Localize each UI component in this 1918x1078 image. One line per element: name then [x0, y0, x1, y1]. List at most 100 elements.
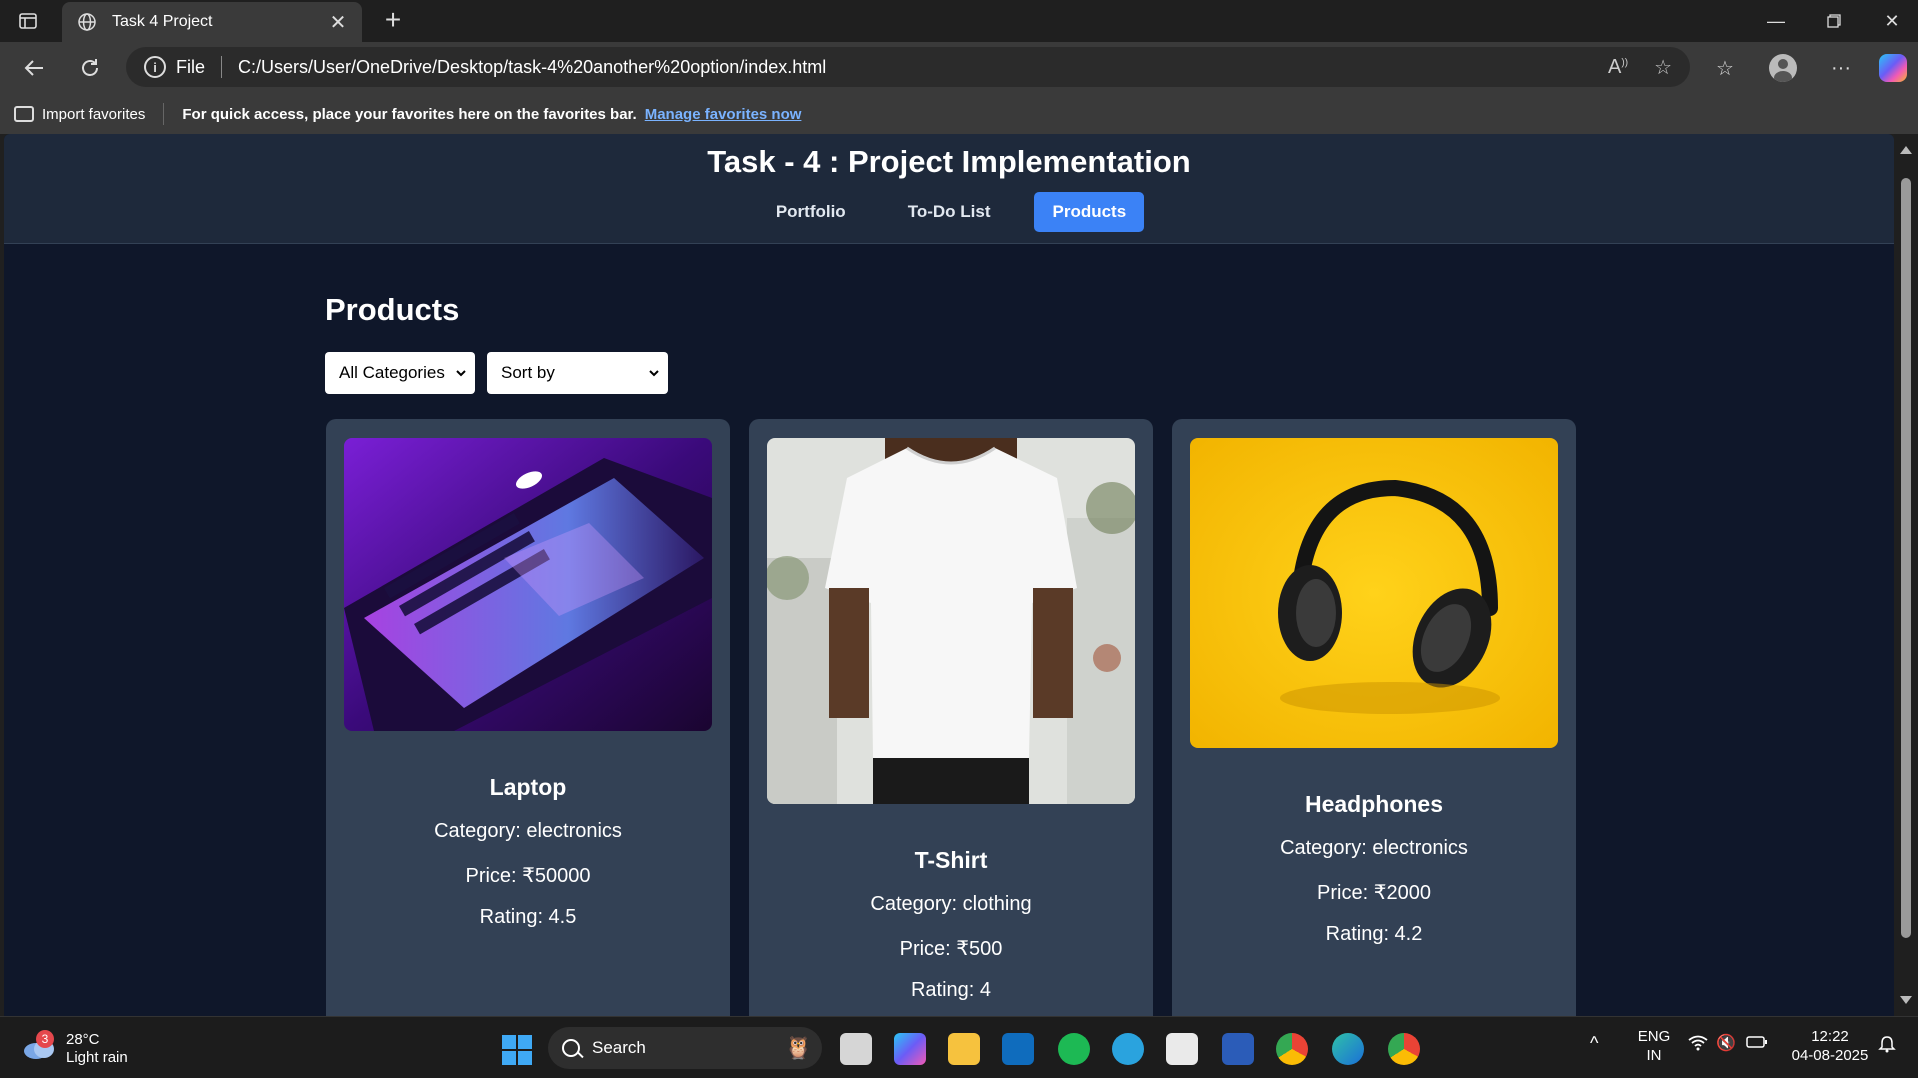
- product-rating: Rating: 4: [910, 979, 992, 1001]
- temperature: 28°C: [66, 1031, 100, 1048]
- spotify-icon[interactable]: [1058, 1033, 1090, 1065]
- telegram-icon[interactable]: [1112, 1033, 1144, 1065]
- product-price: Price: ₹2000: [1317, 882, 1431, 904]
- copilot-app-icon[interactable]: [894, 1033, 926, 1065]
- tab-actions-icon[interactable]: [16, 9, 40, 33]
- notification-bell-icon[interactable]: [1878, 1035, 1896, 1057]
- category-select-value: All Categories: [339, 363, 445, 382]
- file-explorer-icon[interactable]: [948, 1033, 980, 1065]
- product-category: Category: electronics: [434, 820, 622, 842]
- chrome-profile-icon[interactable]: [1388, 1033, 1420, 1065]
- minimize-icon[interactable]: —: [1756, 8, 1796, 34]
- close-tab-icon[interactable]: ✕: [328, 10, 348, 35]
- category-select[interactable]: All Categories: [325, 352, 475, 394]
- url-text[interactable]: C:/Users/User/OneDrive/Desktop/task-4%20…: [238, 57, 1582, 78]
- copilot-icon[interactable]: [1878, 53, 1908, 83]
- page-title: Task - 4 : Project Implementation: [707, 144, 1191, 179]
- cloud-rain-icon: 3: [22, 1030, 56, 1062]
- site-nav: Portfolio To-Do List Products: [4, 192, 1894, 232]
- chevron-down-icon: [455, 364, 467, 384]
- microsoft-store-icon[interactable]: [1166, 1033, 1198, 1065]
- sort-select[interactable]: Sort by: [487, 352, 668, 394]
- weather-badge: 3: [36, 1030, 54, 1048]
- import-icon: [14, 106, 34, 122]
- clock-time: 12:22: [1811, 1028, 1849, 1045]
- browser-tab-bar: Task 4 Project ✕ + — ✕: [0, 0, 1918, 42]
- more-options-icon[interactable]: ···: [1826, 53, 1856, 83]
- product-price: Price: ₹50000: [465, 865, 591, 887]
- address-row: i File C:/Users/User/OneDrive/Desktop/ta…: [0, 42, 1918, 94]
- product-card-headphones: Headphones Category: electronics Price: …: [1172, 419, 1576, 1016]
- taskbar-search-label: Search: [592, 1038, 646, 1057]
- page-scrollbar[interactable]: [1894, 134, 1918, 1016]
- search-icon: [562, 1039, 580, 1057]
- nav-todo-list[interactable]: To-Do List: [890, 192, 1009, 232]
- chrome-icon[interactable]: [1276, 1033, 1308, 1065]
- scroll-thumb[interactable]: [1901, 178, 1911, 938]
- globe-icon: [76, 11, 98, 33]
- language-indicator[interactable]: ENG IN: [1634, 1027, 1674, 1065]
- page-viewport: Task - 4 : Project Implementation Portfo…: [4, 134, 1894, 1016]
- chevron-down-icon: [648, 364, 660, 384]
- tab-title: Task 4 Project: [112, 13, 213, 30]
- close-window-icon[interactable]: ✕: [1872, 8, 1912, 34]
- product-name: Headphones: [1304, 791, 1444, 817]
- restore-icon[interactable]: [1814, 8, 1854, 34]
- wifi-icon[interactable]: [1688, 1035, 1708, 1055]
- volume-muted-icon[interactable]: 🔇: [1716, 1033, 1736, 1053]
- windows-start-icon[interactable]: [502, 1035, 532, 1065]
- import-favorites-label: Import favorites: [42, 105, 146, 123]
- nav-products[interactable]: Products: [1034, 192, 1145, 232]
- product-name: Laptop: [489, 774, 567, 800]
- manage-favorites-link[interactable]: Manage favorites now: [645, 106, 802, 123]
- favorites-icon[interactable]: ☆: [1710, 53, 1740, 83]
- laptop-image: [344, 438, 712, 731]
- sort-select-value: Sort by: [501, 363, 555, 382]
- taskbar-search[interactable]: Search 🦉: [548, 1027, 822, 1069]
- tshirt-image: [767, 438, 1135, 804]
- site-header: Task - 4 : Project Implementation Portfo…: [4, 134, 1894, 244]
- star-icon[interactable]: ☆: [1654, 55, 1672, 80]
- weather-condition: Light rain: [66, 1049, 128, 1066]
- product-category: Category: electronics: [1280, 837, 1468, 859]
- scroll-up-arrow-icon[interactable]: [1900, 146, 1912, 154]
- address-prefix: File: [176, 56, 206, 77]
- back-arrow-icon[interactable]: [18, 52, 50, 84]
- new-tab-icon[interactable]: +: [378, 6, 408, 36]
- favorites-bar: Import favorites For quick access, place…: [0, 94, 1918, 134]
- refresh-icon[interactable]: [74, 52, 106, 84]
- product-price: Price: ₹500: [899, 938, 1003, 960]
- favorites-message: For quick access, place your favorites h…: [182, 105, 637, 123]
- battery-icon[interactable]: [1746, 1035, 1768, 1053]
- favorites-divider: [163, 103, 165, 125]
- edge-icon[interactable]: [1332, 1033, 1364, 1065]
- word-icon[interactable]: [1222, 1033, 1254, 1065]
- product-card-tshirt: T-Shirt Category: clothing Price: ₹500 R…: [749, 419, 1153, 1016]
- browser-tab[interactable]: Task 4 Project ✕: [62, 2, 362, 42]
- task-view-icon[interactable]: [840, 1033, 872, 1065]
- search-highlight-icon: 🦉: [784, 1035, 812, 1060]
- headphones-image: [1190, 438, 1558, 748]
- profile-avatar[interactable]: [1768, 53, 1798, 83]
- read-aloud-icon[interactable]: A)): [1608, 56, 1628, 79]
- product-name: T-Shirt: [914, 847, 988, 873]
- product-category: Category: clothing: [870, 893, 1032, 915]
- nav-portfolio[interactable]: Portfolio: [758, 192, 864, 232]
- info-icon[interactable]: i: [144, 56, 166, 78]
- language-top: ENG: [1637, 1028, 1671, 1045]
- product-rating: Rating: 4.5: [479, 906, 577, 928]
- product-rating: Rating: 4.2: [1325, 923, 1423, 945]
- chevron-up-icon[interactable]: ^: [1590, 1033, 1598, 1054]
- weather-widget[interactable]: 3 28°C Light rain: [22, 1030, 128, 1067]
- scroll-down-arrow-icon[interactable]: [1900, 996, 1912, 1004]
- language-bottom: IN: [1646, 1047, 1662, 1064]
- screen: Task 4 Project ✕ + — ✕ i File C:/Users/U…: [0, 0, 1918, 1078]
- taskbar: 3 28°C Light rain Search 🦉 ^ ENG IN 🔇 12…: [0, 1016, 1918, 1078]
- address-separator: [221, 56, 223, 78]
- outlook-icon[interactable]: [1002, 1033, 1034, 1065]
- import-favorites-button[interactable]: Import favorites: [14, 106, 145, 123]
- address-bar[interactable]: i File C:/Users/User/OneDrive/Desktop/ta…: [126, 47, 1690, 87]
- products-heading: Products: [325, 292, 460, 327]
- clock[interactable]: 12:22 04-08-2025: [1782, 1027, 1878, 1065]
- clock-date: 04-08-2025: [1791, 1047, 1869, 1064]
